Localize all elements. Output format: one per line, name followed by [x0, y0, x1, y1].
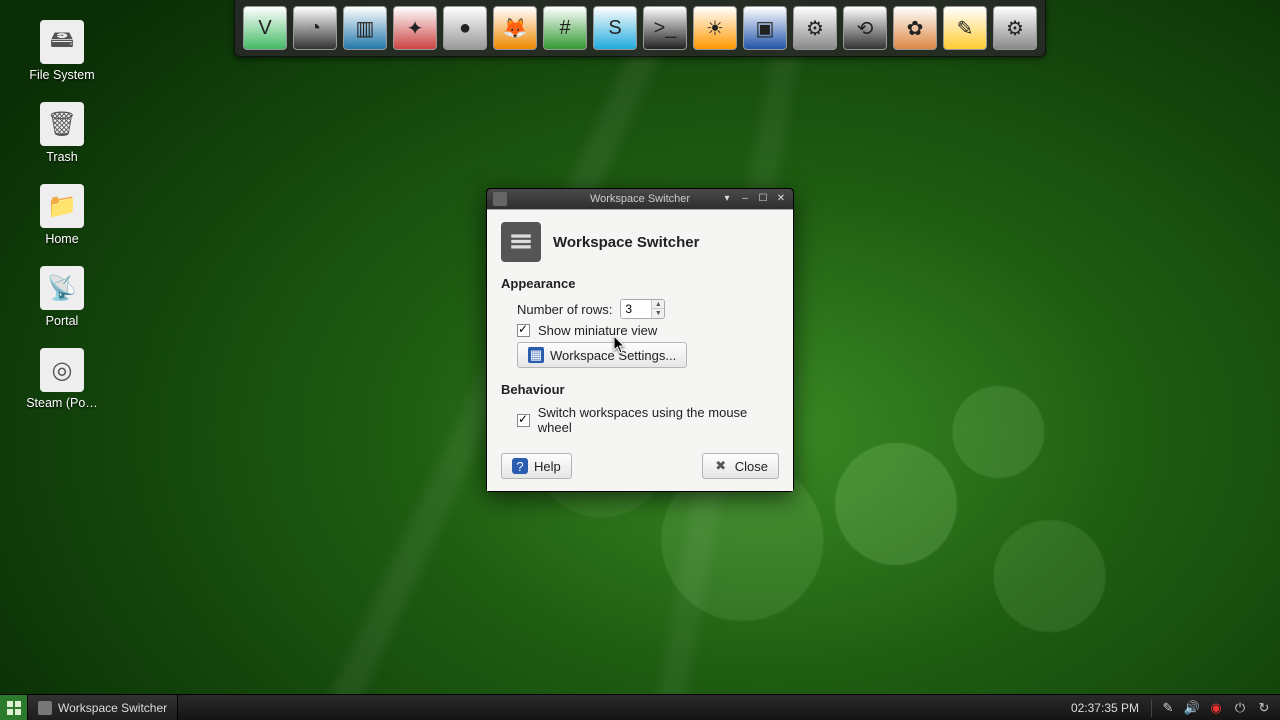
taskbar-clock[interactable]: 02:37:35 PM [1071, 701, 1139, 715]
dock-vim-icon[interactable]: V [243, 6, 287, 50]
dock-python-icon[interactable]: ⟲ [843, 6, 887, 50]
taskbar-task-active[interactable]: Workspace Switcher [28, 695, 178, 720]
home-icon: 📁 [40, 184, 84, 228]
window-maximize-icon[interactable]: ☐ [755, 191, 771, 205]
behaviour-section-title: Behaviour [501, 382, 779, 397]
tray-volume-icon[interactable]: 🔊 [1184, 700, 1200, 716]
close-label: Close [735, 459, 768, 474]
close-button[interactable]: ✖ Close [702, 453, 779, 479]
trash-label: Trash [46, 150, 78, 164]
desktop: V◔▥✦●🦊#S>_☀▣⚙⟲✿✎⚙ 🖴File System🗑Trash📁Hom… [0, 0, 1280, 720]
wheel-label: Switch workspaces using the mouse wheel [538, 405, 779, 435]
dialog-titlebar-text: Workspace Switcher [590, 193, 690, 205]
dock-butterfly-icon[interactable]: ✿ [893, 6, 937, 50]
close-icon: ✖ [713, 458, 729, 474]
window-menu-icon[interactable] [493, 192, 507, 206]
task-title: Workspace Switcher [58, 701, 167, 715]
dock-clementine-icon[interactable]: ☀ [693, 6, 737, 50]
help-icon: ? [512, 458, 528, 474]
desktop-icon-file-system[interactable]: 🖴 File System [22, 20, 102, 82]
workspace-switcher-dialog: Workspace Switcher ▾ – ☐ ✕ Workspace Swi… [486, 188, 794, 492]
steam-label: Steam (Po… [26, 396, 98, 410]
rows-step-up-icon[interactable]: ▲ [652, 300, 664, 309]
tray-update-icon[interactable]: ◉ [1208, 700, 1224, 716]
dock-settings-2-icon[interactable]: ⚙ [993, 6, 1037, 50]
dock-terminal-icon[interactable]: >_ [643, 6, 687, 50]
rows-spinner[interactable]: ▲ ▼ [620, 299, 665, 319]
workspace-settings-button[interactable]: ▦ Workspace Settings... [517, 342, 687, 368]
dialog-body: Workspace Switcher Appearance Number of … [487, 209, 793, 491]
home-label: Home [45, 232, 78, 246]
dialog-heading: Workspace Switcher [553, 234, 699, 251]
dock-settings-icon[interactable]: ⚙ [793, 6, 837, 50]
task-app-icon [38, 701, 52, 715]
desktop-icons: 🖴 File System 🗑 Trash 📁 Home 📡 Portal ◎ Steam (Po… [22, 20, 102, 410]
file-system-icon: 🖴 [40, 20, 84, 64]
tray-power-icon[interactable]: ⏻ [1232, 700, 1248, 716]
taskbar-separator [1151, 699, 1152, 717]
dock-hexchat-icon[interactable]: # [543, 6, 587, 50]
desktop-icon-trash[interactable]: 🗑 Trash [22, 102, 102, 164]
workspace-settings-label: Workspace Settings... [550, 348, 676, 363]
workspace-switcher-icon [501, 222, 541, 262]
window-minimize-icon[interactable]: – [737, 191, 753, 205]
workspace-settings-icon: ▦ [528, 347, 544, 363]
rows-label: Number of rows: [517, 302, 612, 317]
rows-step-down-icon[interactable]: ▼ [652, 309, 664, 318]
dock-steam-icon[interactable]: ◔ [293, 6, 337, 50]
file-system-label: File System [29, 68, 94, 82]
tray-network-icon[interactable]: ✎ [1160, 700, 1176, 716]
portal-icon: 📡 [40, 266, 84, 310]
trash-icon: 🗑 [40, 102, 84, 146]
dock-transmission-icon[interactable]: ✦ [393, 6, 437, 50]
taskbar: Workspace Switcher 02:37:35 PM ✎ 🔊 ◉ ⏻ ↻ [0, 694, 1280, 720]
window-stick-icon[interactable]: ▾ [719, 191, 735, 205]
window-close-icon[interactable]: ✕ [773, 191, 789, 205]
portal-label: Portal [46, 314, 79, 328]
rows-input[interactable] [621, 300, 651, 318]
dock-notes-icon[interactable]: ✎ [943, 6, 987, 50]
miniature-checkbox[interactable] [517, 324, 530, 337]
desktop-icon-home[interactable]: 📁 Home [22, 184, 102, 246]
dialog-titlebar[interactable]: Workspace Switcher ▾ – ☐ ✕ [487, 189, 793, 209]
start-menu-button[interactable] [0, 695, 28, 720]
dock-screenshot-icon[interactable]: ▣ [743, 6, 787, 50]
appearance-section-title: Appearance [501, 276, 779, 291]
tray-logout-icon[interactable]: ↻ [1256, 700, 1272, 716]
desktop-icon-steam[interactable]: ◎ Steam (Po… [22, 348, 102, 410]
wheel-checkbox[interactable] [517, 414, 530, 427]
desktop-icon-portal[interactable]: 📡 Portal [22, 266, 102, 328]
miniature-label: Show miniature view [538, 323, 657, 338]
dock-panel: V◔▥✦●🦊#S>_☀▣⚙⟲✿✎⚙ [234, 0, 1046, 57]
dock-skype-icon[interactable]: S [593, 6, 637, 50]
help-button[interactable]: ? Help [501, 453, 572, 479]
dock-firefox-icon[interactable]: 🦊 [493, 6, 537, 50]
dock-virtualbox-icon[interactable]: ▥ [343, 6, 387, 50]
help-label: Help [534, 459, 561, 474]
dock-audio-icon[interactable]: ● [443, 6, 487, 50]
steam-icon: ◎ [40, 348, 84, 392]
